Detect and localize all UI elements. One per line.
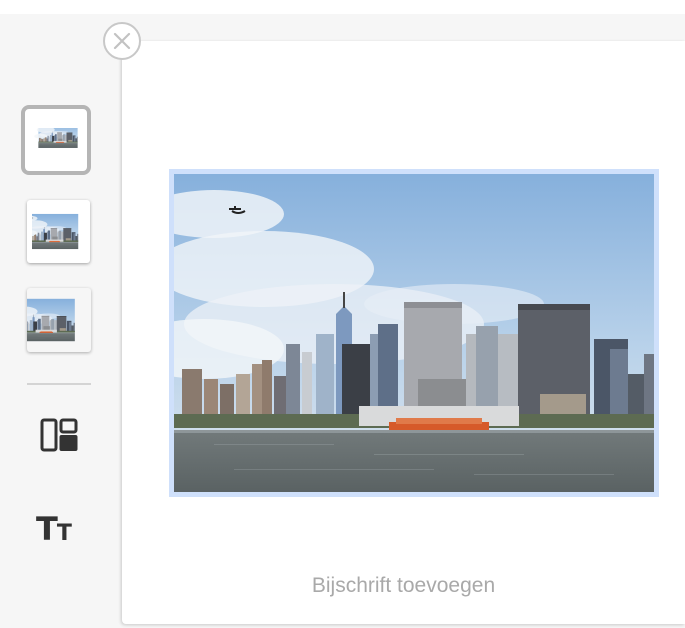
thumbnail-photo (27, 288, 91, 352)
sidebar-divider (27, 383, 91, 385)
layout-icon[interactable] (40, 418, 78, 452)
close-icon (113, 32, 131, 50)
text-style-glyph-large: T (36, 510, 58, 548)
top-strip (0, 0, 685, 14)
text-style-glyph-small: T (56, 521, 72, 546)
layout-thumbnail-framed[interactable] (21, 105, 91, 175)
text-style-icon[interactable]: TT (36, 513, 84, 549)
editor-card: Bijschrift toevoegen (122, 41, 685, 624)
layout-thumbnail-bordered[interactable] (27, 200, 90, 263)
thumbnail-photo (34, 128, 82, 154)
layout-thumbnail-full[interactable] (27, 288, 91, 352)
thumbnail-photo (32, 205, 85, 258)
close-button[interactable] (103, 22, 141, 60)
skyline-photo (174, 174, 654, 492)
selected-photo[interactable] (169, 169, 659, 497)
caption-input[interactable]: Bijschrift toevoegen (122, 574, 685, 598)
